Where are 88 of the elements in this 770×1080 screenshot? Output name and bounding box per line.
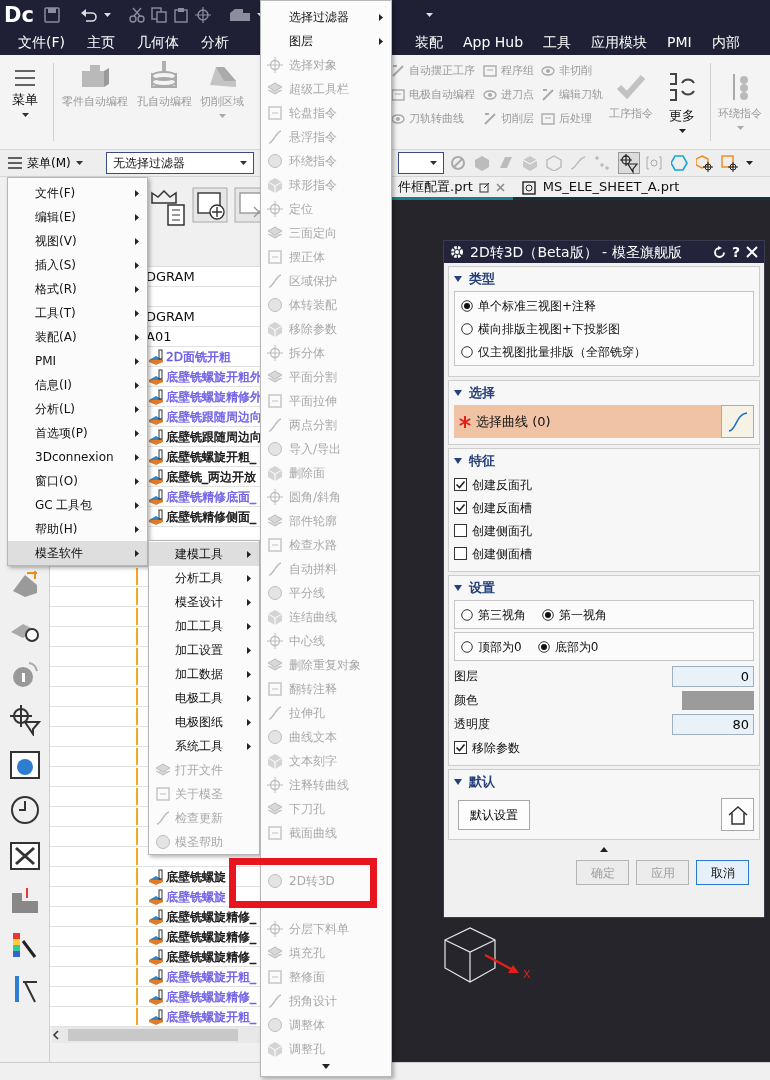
menu-item[interactable]: PMI xyxy=(8,349,147,373)
menu-item[interactable]: 建模工具 xyxy=(149,542,259,566)
menu-item[interactable]: 加工数据 xyxy=(149,662,259,686)
app-logo: Dc xyxy=(4,2,35,29)
option-label: 创建反面槽 xyxy=(472,499,532,517)
menu-bar-item[interactable]: 主页 xyxy=(87,30,115,55)
menu-item[interactable]: 选择过滤器 xyxy=(261,5,391,29)
selection-label: 选择曲线 (0) xyxy=(476,412,552,431)
option-label: 创建反面孔 xyxy=(472,476,532,494)
option-label: 创建侧面孔 xyxy=(472,522,532,540)
menu-bar-item[interactable]: 装配 xyxy=(415,30,443,55)
operation-name[interactable]: 底壁铣_两边开放 xyxy=(166,467,256,486)
menu-item[interactable]: 信息(I) xyxy=(8,373,147,397)
menu-item[interactable]: 电极图纸 xyxy=(149,710,259,734)
dialog-title: 2D转3D（Beta版） - 模圣旗舰版 xyxy=(470,242,683,262)
section-title: 特征 xyxy=(469,452,495,471)
file-tab[interactable]: MS_ELE_SHEET_A.prt xyxy=(512,177,688,197)
option-label: 创建侧面槽 xyxy=(472,545,532,563)
menu-item[interactable]: 插入(S) xyxy=(8,253,147,277)
menu-item[interactable]: 加工设置 xyxy=(149,638,259,662)
ribbon-button[interactable]: 更多 xyxy=(657,55,707,149)
operation-name[interactable]: 底壁铣螺旋精修_ xyxy=(166,987,256,1006)
operation-name[interactable]: 底壁铣螺旋 xyxy=(166,887,226,906)
menu-bar-item[interactable]: 几何体 xyxy=(137,30,179,55)
menu-item[interactable]: 系统工具 xyxy=(149,734,259,758)
menu-bar-item[interactable]: 工具 xyxy=(543,30,572,55)
menu-item[interactable]: 首选项(P) xyxy=(8,421,147,445)
option-label: 第三视角 xyxy=(478,606,526,624)
menu-item[interactable]: 装配(A) xyxy=(8,325,147,349)
operation-name[interactable]: 底壁铣跟随周边向 xyxy=(166,427,262,446)
operation-name[interactable]: 底壁铣螺旋精修_ xyxy=(166,907,256,926)
menu-item[interactable]: 加工工具 xyxy=(149,614,259,638)
menu-bar-item[interactable]: 内部 xyxy=(711,30,740,55)
operation-name[interactable]: 底壁铣螺旋精修_ xyxy=(166,947,256,966)
operation-name[interactable]: 底壁铣螺旋开粗_ xyxy=(166,447,256,466)
option-label: 仅主视图批量排版（全部铣穿） xyxy=(478,343,646,361)
operation-name[interactable]: 底壁铣螺旋 xyxy=(166,867,226,886)
operation-name[interactable]: 底壁铣螺旋精修_ xyxy=(166,927,256,946)
dialog-button[interactable]: 取消 xyxy=(696,860,749,885)
menu-button[interactable]: 菜单 xyxy=(0,55,50,149)
operation-name[interactable]: 底壁铣精修底面_ xyxy=(166,487,256,506)
menu-item[interactable]: 3Dconnexion xyxy=(8,445,147,469)
filter-dropdown[interactable]: 无选择过滤器 xyxy=(106,152,254,174)
menu-bar-item[interactable]: App Hub xyxy=(463,30,524,55)
menu-bar-item[interactable]: 文件(F) xyxy=(18,30,65,55)
menu-button[interactable]: 菜单(M) xyxy=(4,154,92,172)
menu-bar-item[interactable]: 分析 xyxy=(201,30,229,55)
number-field[interactable]: 80 xyxy=(672,713,754,735)
option-label: 单个标准三视图+注释 xyxy=(478,297,597,315)
menu-item[interactable]: 模圣设计 xyxy=(149,590,259,614)
option-label: 底部为0 xyxy=(554,638,599,656)
menu-bar-item[interactable]: 应用模块 xyxy=(591,30,648,55)
field-label: 颜色 xyxy=(454,692,478,709)
menu-item[interactable]: 工具(T) xyxy=(8,301,147,325)
menu-item[interactable]: 视图(V) xyxy=(8,229,147,253)
operation-name[interactable]: 2D面铣开粗 xyxy=(166,347,231,366)
menu-item[interactable]: 模圣软件 xyxy=(8,541,147,565)
operation-name[interactable]: 底壁铣跟随周边向 xyxy=(166,407,262,426)
option-label: 第一视角 xyxy=(559,606,607,624)
option-label: 顶部为0 xyxy=(478,638,522,656)
operation-name[interactable]: 底壁铣螺旋开粗外 xyxy=(166,367,262,386)
menu-item[interactable]: 图层 xyxy=(261,29,391,53)
menu-item[interactable]: 文件(F) xyxy=(8,181,147,205)
number-field[interactable]: 0 xyxy=(672,665,754,687)
operation-name[interactable]: 底壁铣螺旋开粗_ xyxy=(166,967,256,986)
menu-item[interactable]: 分析工具 xyxy=(149,566,259,590)
menu-bar-item[interactable]: PMI xyxy=(667,30,692,55)
field-label: 透明度 xyxy=(454,716,490,733)
menu-item[interactable]: GC 工具包 xyxy=(8,493,147,517)
axis-label: X xyxy=(523,967,531,983)
menu-item[interactable]: 电极工具 xyxy=(149,686,259,710)
help-button[interactable]: ? xyxy=(731,241,740,263)
menu-item[interactable]: 窗口(O) xyxy=(8,469,147,493)
menu-item[interactable]: 格式(R) xyxy=(8,277,147,301)
section-title: 类型 xyxy=(469,270,495,289)
defaults-button[interactable]: 默认设置 xyxy=(458,799,530,830)
option-label: 移除参数 xyxy=(472,739,520,757)
selection-row[interactable]: 选择曲线 (0) xyxy=(454,405,754,438)
field-label: 图层 xyxy=(454,668,478,685)
menu-item[interactable]: 帮助(H) xyxy=(8,517,147,541)
option-label: 横向排版主视图+下投影图 xyxy=(478,320,621,338)
section-title: 设置 xyxy=(469,579,495,598)
menu-item[interactable]: 编辑(E) xyxy=(8,205,147,229)
section-title: 默认 xyxy=(469,773,495,792)
menu-item[interactable]: 分析(L) xyxy=(8,397,147,421)
section-title: 选择 xyxy=(469,384,495,403)
operation-name[interactable]: 底壁铣螺旋开粗_ xyxy=(166,1007,256,1026)
operation-name[interactable]: 底壁铣精修侧面_ xyxy=(166,507,256,526)
